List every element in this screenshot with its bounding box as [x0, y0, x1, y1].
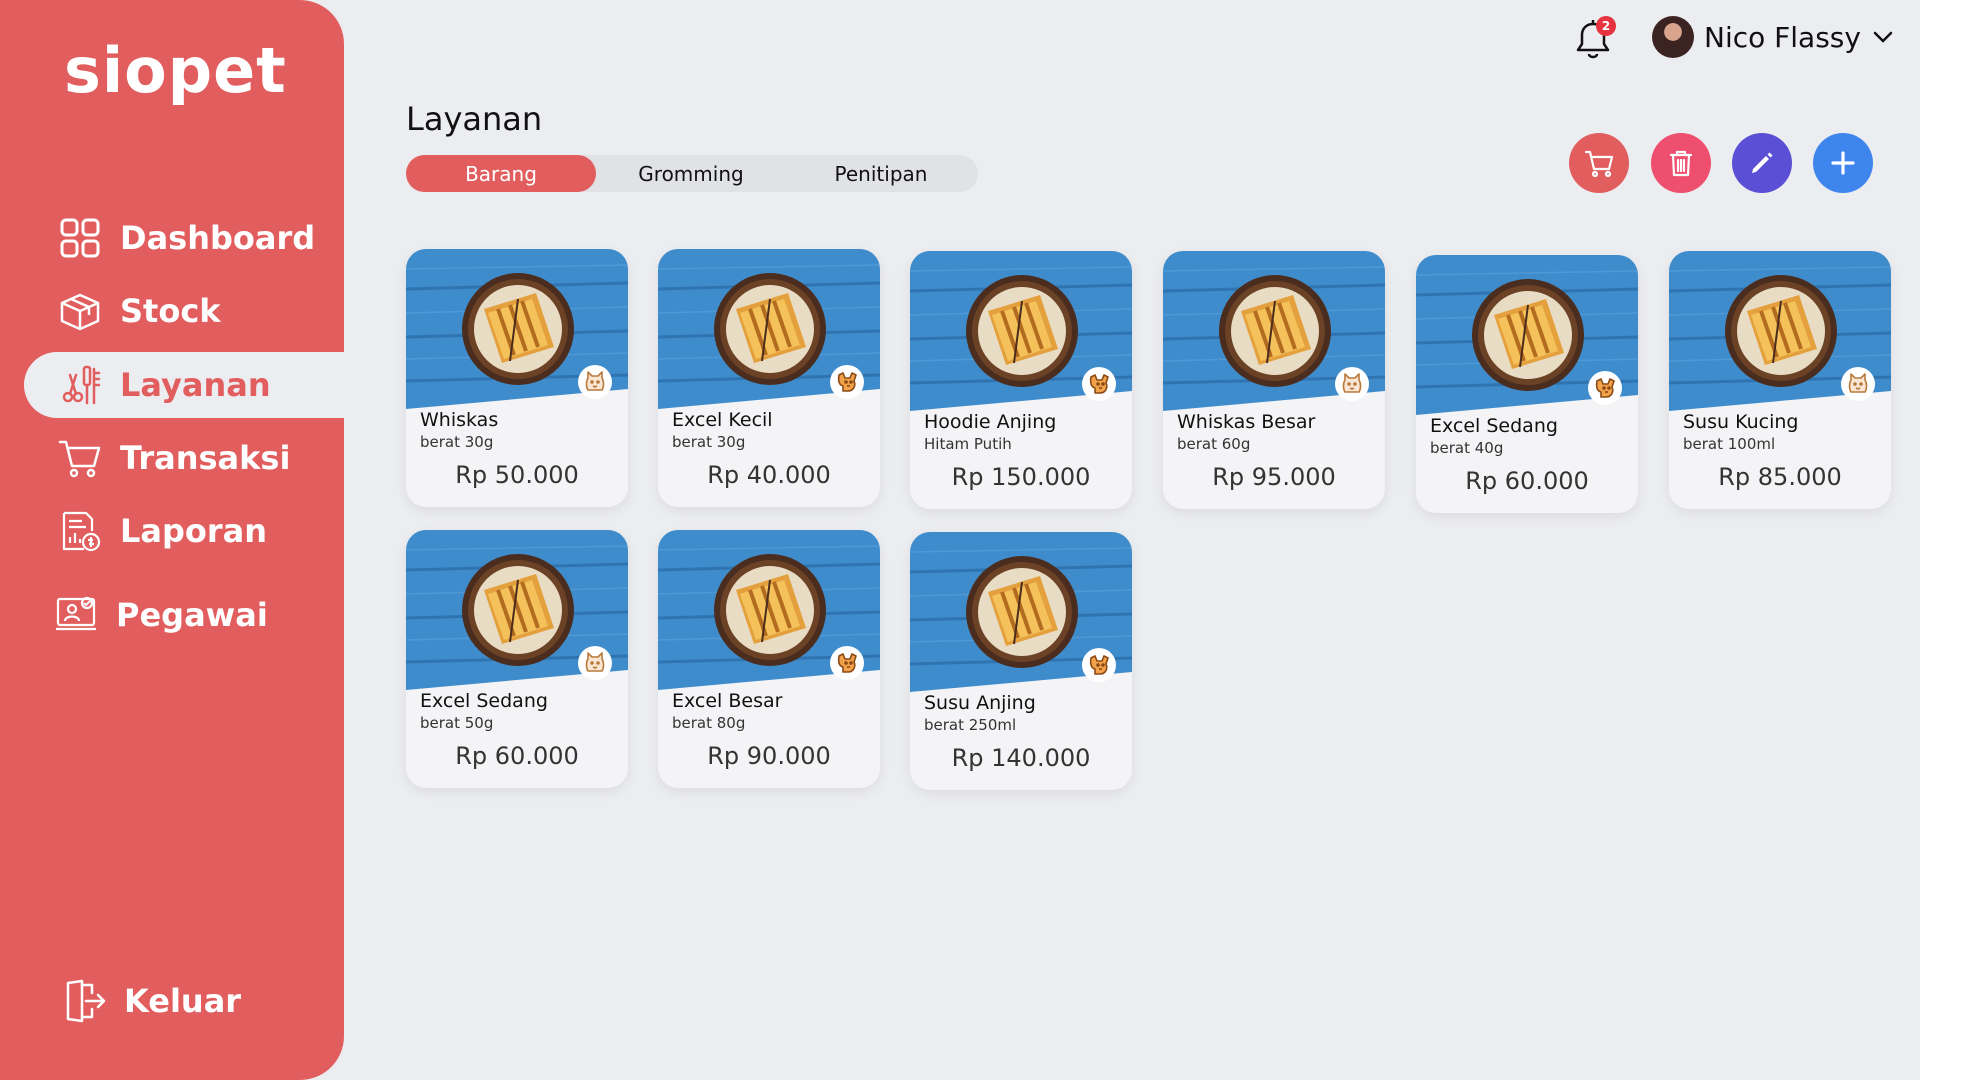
- product-detail: berat 30g: [672, 433, 746, 451]
- user-name: Nico Flassy: [1704, 20, 1861, 54]
- grooming-tools-icon: [56, 361, 104, 409]
- notification-button[interactable]: 2: [1570, 16, 1618, 64]
- sidebar-item-layanan[interactable]: Layanan: [24, 352, 344, 418]
- sidebar-item-label: Dashboard: [120, 219, 316, 257]
- product-card[interactable]: Excel Sedang berat 40g Rp 60.000: [1416, 255, 1638, 513]
- edit-button[interactable]: [1732, 133, 1792, 193]
- product-name: Excel Besar: [672, 690, 783, 712]
- sidebar: siopet Dashboard Stock Layanan Transaksi…: [0, 0, 344, 1080]
- dog-icon: [1588, 371, 1622, 405]
- notification-badge: 2: [1596, 16, 1616, 36]
- cat-icon: [1335, 367, 1369, 401]
- product-detail: berat 80g: [672, 714, 746, 732]
- sidebar-item-label: Laporan: [120, 512, 268, 550]
- sidebar-item-laporan[interactable]: Laporan: [24, 498, 344, 564]
- sidebar-item-label: Pegawai: [116, 596, 268, 634]
- product-card[interactable]: Susu Anjing berat 250ml Rp 140.000: [910, 532, 1132, 790]
- product-detail: berat 60g: [1177, 435, 1251, 453]
- sidebar-item-label: Layanan: [120, 366, 271, 404]
- avatar: [1652, 16, 1694, 58]
- grid-icon: [56, 214, 104, 262]
- sidebar-item-stock[interactable]: Stock: [24, 278, 344, 344]
- product-price: Rp 140.000: [951, 744, 1091, 772]
- user-menu[interactable]: Nico Flassy: [1652, 16, 1895, 58]
- sidebar-item-transaksi[interactable]: Transaksi: [24, 425, 344, 491]
- chevron-down-icon: [1873, 31, 1893, 43]
- sidebar-item-label: Transaksi: [120, 439, 291, 477]
- product-card[interactable]: Whiskas berat 30g Rp 50.000: [406, 249, 628, 507]
- cat-icon: [578, 365, 612, 399]
- cat-icon: [1841, 367, 1875, 401]
- product-name: Whiskas: [420, 409, 499, 431]
- product-detail: berat 250ml: [924, 716, 1017, 734]
- cart-icon: [1584, 150, 1614, 178]
- product-card[interactable]: Excel Kecil berat 30g Rp 40.000: [658, 249, 880, 507]
- product-name: Excel Sedang: [1430, 415, 1558, 437]
- dog-icon: [830, 365, 864, 399]
- pencil-icon: [1752, 152, 1773, 173]
- product-price: Rp 40.000: [707, 461, 831, 489]
- product-name: Susu Anjing: [924, 692, 1036, 714]
- product-price: Rp 60.000: [455, 742, 579, 770]
- sidebar-item-pegawai[interactable]: Pegawai: [20, 582, 340, 648]
- product-card[interactable]: Susu Kucing berat 100ml Rp 85.000: [1669, 251, 1891, 509]
- product-detail: berat 50g: [420, 714, 494, 732]
- product-name: Excel Sedang: [420, 690, 548, 712]
- box-icon: [56, 287, 104, 335]
- page-title: Layanan: [406, 100, 543, 138]
- product-card[interactable]: Excel Besar berat 80g Rp 90.000: [658, 530, 880, 788]
- add-button[interactable]: [1813, 133, 1873, 193]
- cart-icon: [56, 434, 104, 482]
- sidebar-item-label: Stock: [120, 292, 221, 330]
- product-name: Excel Kecil: [672, 409, 773, 431]
- product-price: Rp 90.000: [707, 742, 831, 770]
- tab-gromming[interactable]: Gromming: [596, 155, 786, 192]
- tab-barang[interactable]: Barang: [406, 155, 596, 192]
- sidebar-item-dashboard[interactable]: Dashboard: [24, 205, 344, 271]
- dog-icon: [1082, 648, 1116, 682]
- product-price: Rp 85.000: [1718, 463, 1842, 491]
- product-price: Rp 150.000: [951, 463, 1091, 491]
- tab-bar: Barang Gromming Penitipan: [406, 155, 978, 192]
- logout-button[interactable]: Keluar: [28, 968, 348, 1034]
- trash-icon: [1669, 150, 1693, 177]
- tab-penitipan[interactable]: Penitipan: [786, 155, 976, 192]
- product-name: Hoodie Anjing: [924, 411, 1057, 433]
- product-name: Susu Kucing: [1683, 411, 1799, 433]
- product-price: Rp 50.000: [455, 461, 579, 489]
- product-detail: berat 30g: [420, 433, 494, 451]
- product-card[interactable]: Hoodie Anjing Hitam Putih Rp 150.000: [910, 251, 1132, 509]
- report-icon: [56, 507, 104, 555]
- app-window: siopet Dashboard Stock Layanan Transaksi…: [0, 0, 1920, 1080]
- dog-icon: [830, 646, 864, 680]
- employee-icon: [52, 591, 100, 639]
- app-logo: siopet: [64, 34, 287, 107]
- product-card[interactable]: Whiskas Besar berat 60g Rp 95.000: [1163, 251, 1385, 509]
- plus-icon: [1831, 151, 1855, 175]
- delete-button[interactable]: [1651, 133, 1711, 193]
- product-detail: berat 100ml: [1683, 435, 1776, 453]
- product-detail: Hitam Putih: [924, 435, 1012, 453]
- cart-button[interactable]: [1569, 133, 1629, 193]
- product-price: Rp 95.000: [1212, 463, 1336, 491]
- product-card[interactable]: Excel Sedang berat 50g Rp 60.000: [406, 530, 628, 788]
- logout-icon: [60, 977, 108, 1025]
- logout-label: Keluar: [124, 982, 242, 1020]
- cat-icon: [578, 646, 612, 680]
- product-detail: berat 40g: [1430, 439, 1504, 457]
- dog-icon: [1082, 367, 1116, 401]
- product-name: Whiskas Besar: [1177, 411, 1316, 433]
- product-price: Rp 60.000: [1465, 467, 1589, 495]
